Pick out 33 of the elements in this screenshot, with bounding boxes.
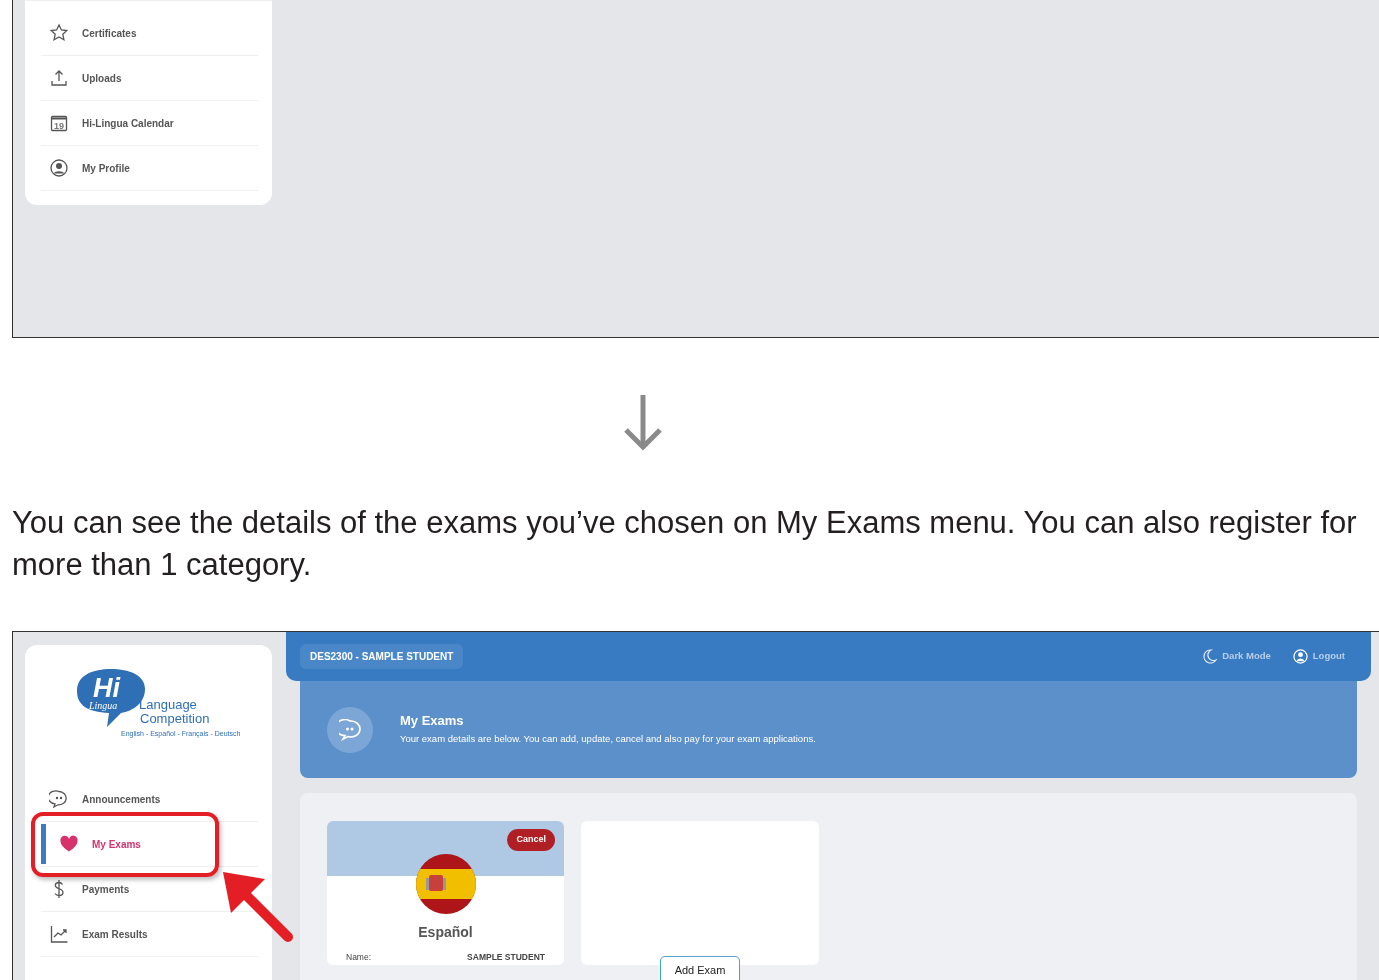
page-title: My Exams bbox=[400, 713, 465, 729]
logo-mark: Hi bbox=[93, 673, 120, 703]
field-label: Name: bbox=[346, 951, 372, 964]
selection-bar bbox=[41, 824, 46, 864]
moon-icon bbox=[1203, 649, 1218, 664]
sidebar-item[interactable]: Uploads bbox=[41, 68, 122, 88]
sidebar-item[interactable]: Certificates bbox=[41, 23, 137, 43]
heart-icon bbox=[59, 834, 79, 854]
sidebar-item[interactable]: My Profile bbox=[41, 158, 130, 178]
field-value: SAMPLE STUDENT bbox=[467, 951, 545, 964]
instruction-text: You can see the details of the exams you’ve chosen on My Exams menu. You can also register for more than 1 category. bbox=[12, 504, 1358, 584]
language-name: Español bbox=[417, 923, 474, 942]
chart-icon bbox=[49, 924, 69, 944]
add-exam-button[interactable]: Add Exam bbox=[659, 956, 741, 980]
chat-icon bbox=[327, 706, 373, 753]
user-label: DES2300 - SAMPLE STUDENT bbox=[300, 644, 464, 669]
profile-icon bbox=[49, 158, 69, 178]
logo-text: Competition bbox=[140, 711, 210, 726]
chat-icon bbox=[49, 789, 69, 809]
upload-icon bbox=[49, 68, 69, 88]
sidebar-item[interactable]: Exam Results bbox=[41, 924, 148, 944]
sidebar-item[interactable]: Announcements bbox=[41, 789, 161, 809]
calendar-day: 19 bbox=[54, 120, 64, 131]
sidebar-item[interactable]: My Exams bbox=[45, 834, 141, 854]
sidebar-item[interactable]: 19 Hi-Lingua Calendar bbox=[41, 113, 174, 133]
star-icon bbox=[49, 23, 69, 43]
user-icon bbox=[1292, 649, 1308, 664]
logo-text: Language bbox=[139, 697, 197, 712]
logo-subtitle: Lingua bbox=[89, 700, 118, 711]
page-description: Your exam details are below. You can add, update, cancel and also pay for your exam applications. bbox=[400, 731, 816, 746]
callout-arrow bbox=[223, 872, 293, 942]
cancel-button[interactable]: Cancel bbox=[507, 829, 555, 851]
sidebar-item[interactable]: Payments bbox=[41, 879, 130, 899]
